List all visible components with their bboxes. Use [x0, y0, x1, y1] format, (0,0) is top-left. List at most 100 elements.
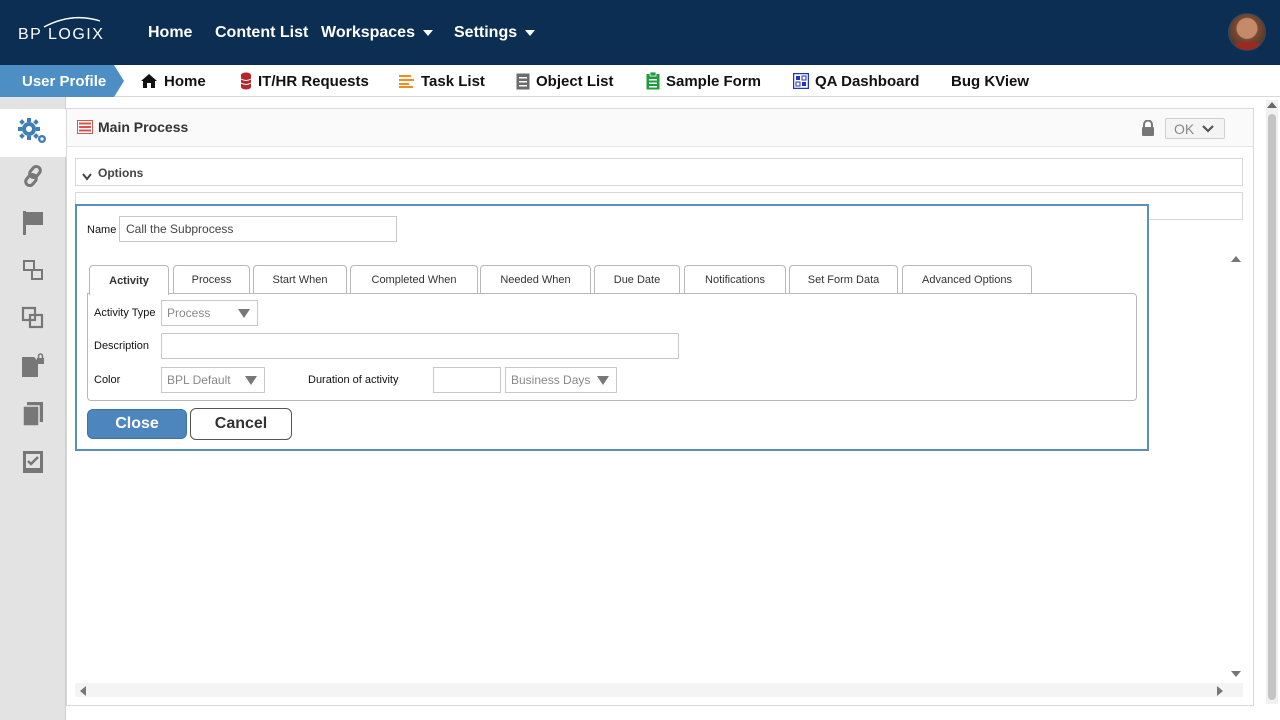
shortcut-task-list[interactable]: Task List: [399, 65, 485, 97]
chevron-down-icon: [1202, 124, 1215, 133]
tab-activity-label: Activity: [109, 274, 149, 287]
panel-title: Main Process: [98, 119, 189, 135]
options-section[interactable]: Options: [75, 158, 1243, 186]
tab-needed-when[interactable]: Needed When: [480, 265, 591, 294]
documents-icon: [21, 401, 45, 432]
lock-icon[interactable]: [1141, 119, 1155, 141]
dropdown-arrow-icon: [597, 376, 609, 385]
panel-header: Main Process OK: [67, 109, 1253, 147]
caret-down-icon: [422, 29, 433, 36]
color-select[interactable]: BPL Default: [161, 367, 265, 393]
home-icon: [140, 73, 158, 89]
duration-unit-value: Business Days: [511, 373, 591, 387]
page-scrollbar[interactable]: [1266, 100, 1278, 704]
scroll-down-arrow-icon[interactable]: [1231, 671, 1241, 677]
tab-due-date[interactable]: Due Date: [594, 265, 680, 294]
cancel-button[interactable]: Cancel: [190, 408, 292, 440]
sidebar-item-links[interactable]: [0, 154, 66, 202]
tab-notifications[interactable]: Notifications: [684, 265, 786, 294]
shortcut-object-list-label: Object List: [536, 72, 614, 90]
options-section-label: Options: [98, 166, 144, 180]
shortcut-bug-kview-label: Bug KView: [951, 72, 1030, 90]
tab-set-form-data[interactable]: Set Form Data: [789, 265, 898, 294]
bp-logix-logo[interactable]: BP LOGIX: [18, 16, 108, 48]
scroll-up-arrow-icon[interactable]: [1231, 256, 1241, 262]
logo-swoosh-icon: [43, 16, 101, 28]
sidebar-item-documents[interactable]: [0, 392, 66, 440]
shortcut-qa-dashboard[interactable]: QA Dashboard: [793, 65, 919, 97]
document-icon: [516, 73, 530, 90]
shortcut-bug-kview[interactable]: Bug KView: [951, 65, 1029, 97]
tab-completed-when[interactable]: Completed When: [350, 265, 478, 294]
dashboard-icon: [793, 73, 809, 89]
duration-label: Duration of activity: [308, 374, 399, 386]
ok-label: OK: [1174, 120, 1195, 137]
tab-process[interactable]: Process: [173, 265, 250, 294]
sidebar-item-hierarchy[interactable]: [0, 248, 66, 296]
nav-home-label: Home: [148, 23, 193, 41]
scroll-left-arrow-icon[interactable]: [80, 686, 86, 696]
nav-settings[interactable]: Settings: [454, 0, 536, 65]
secondary-nav-bar: User Profile Home IT/HR Requests Task Li…: [0, 65, 1280, 97]
page-scroll-thumb[interactable]: [1268, 114, 1276, 700]
user-profile-tab[interactable]: User Profile: [0, 65, 124, 97]
page-scroll-up-icon[interactable]: [1267, 102, 1277, 108]
left-sidebar: [0, 97, 66, 720]
ok-dropdown-button[interactable]: OK: [1165, 118, 1225, 139]
shortcut-object-list[interactable]: Object List: [516, 65, 614, 97]
close-button[interactable]: Close: [87, 409, 187, 439]
nav-home[interactable]: Home: [148, 0, 192, 65]
duration-unit-select[interactable]: Business Days: [505, 367, 617, 393]
tab-activity[interactable]: Activity: [89, 265, 169, 295]
shortcut-home[interactable]: Home: [140, 65, 206, 97]
shortcut-sample-form[interactable]: Sample Form: [646, 65, 761, 97]
tab-completed-when-label: Completed When: [371, 274, 457, 286]
tab-advanced-options[interactable]: Advanced Options: [902, 265, 1032, 294]
activity-type-select[interactable]: Process: [161, 300, 258, 326]
horizontal-scrollbar[interactable]: [75, 683, 1243, 697]
activity-dialog: Name Call the Subprocess Activity Proces…: [75, 204, 1149, 451]
nav-content-list[interactable]: Content List: [215, 0, 308, 65]
color-value: BPL Default: [167, 373, 231, 387]
sidebar-item-settings[interactable]: [0, 109, 66, 157]
scroll-right-arrow-icon[interactable]: [1217, 686, 1223, 696]
tab-needed-when-label: Needed When: [500, 274, 571, 286]
activity-type-label: Activity Type: [94, 307, 156, 319]
shortcut-it-hr-requests-label: IT/HR Requests: [258, 72, 369, 90]
nav-workspaces-label: Workspaces: [321, 23, 415, 41]
activity-tab-panel: Activity Type Process Description Color …: [87, 293, 1137, 401]
tab-notifications-label: Notifications: [705, 274, 765, 286]
locked-file-icon: [20, 352, 46, 384]
user-avatar[interactable]: [1228, 13, 1266, 51]
top-bar: BP LOGIX Home Content List Workspaces Se…: [0, 0, 1280, 65]
tab-process-label: Process: [191, 274, 232, 286]
color-label: Color: [94, 374, 121, 386]
sidebar-item-checklist[interactable]: [0, 440, 66, 488]
sidebar-item-flags[interactable]: [0, 201, 66, 249]
activity-type-value: Process: [167, 306, 211, 320]
sidebar-item-copy[interactable]: [0, 296, 66, 344]
caret-down-icon: [525, 29, 536, 36]
dropdown-arrow-icon: [245, 376, 257, 385]
tab-start-when[interactable]: Start When: [253, 265, 347, 294]
link-icon: [22, 164, 44, 193]
shortcut-sample-form-label: Sample Form: [666, 72, 762, 90]
sidebar-item-locked-files[interactable]: [0, 344, 66, 392]
duration-input[interactable]: [433, 367, 501, 393]
name-input[interactable]: Call the Subprocess: [119, 216, 397, 242]
list-icon: [399, 74, 415, 88]
nav-workspaces[interactable]: Workspaces: [321, 0, 433, 65]
shortcut-home-label: Home: [164, 72, 206, 90]
flag-icon: [22, 210, 44, 241]
copy-icon: [21, 306, 45, 335]
description-label: Description: [94, 340, 150, 352]
process-icon: [77, 120, 93, 139]
user-profile-label: User Profile: [22, 72, 107, 90]
logo-text: BP LOGIX: [18, 26, 105, 43]
tab-start-when-label: Start When: [272, 274, 328, 286]
shortcut-task-list-label: Task List: [421, 72, 485, 90]
shortcut-it-hr-requests[interactable]: IT/HR Requests: [240, 65, 369, 97]
database-icon: [240, 72, 252, 90]
tab-set-form-data-label: Set Form Data: [807, 274, 880, 286]
description-input[interactable]: [161, 333, 679, 359]
